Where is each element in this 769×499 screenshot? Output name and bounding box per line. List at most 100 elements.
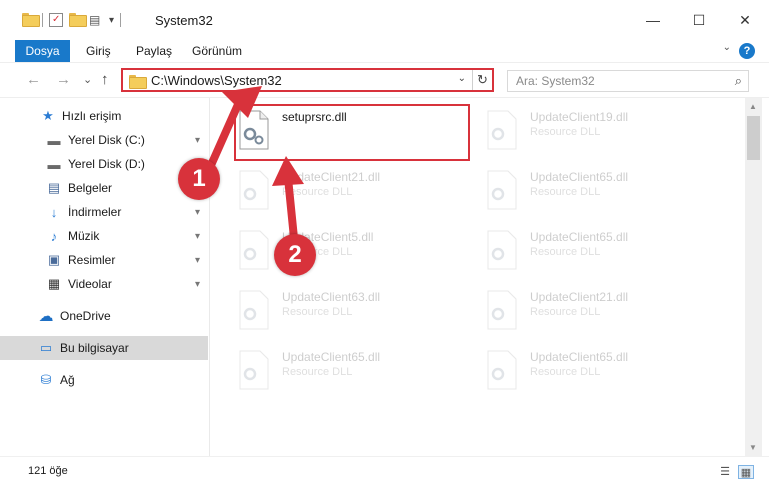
sidebar-item-videos[interactable]: ▦ Videolar ▾	[0, 272, 208, 296]
scroll-down-icon[interactable]: ▼	[749, 443, 757, 452]
help-icon[interactable]: ?	[739, 43, 755, 59]
file-name: UpdateClient65.dll	[530, 170, 629, 184]
sidebar-item-label: Belgeler	[68, 181, 113, 195]
file-type: Resource DLL	[282, 366, 353, 378]
close-button[interactable]: ✕	[722, 0, 768, 40]
sidebar-item-downloads[interactable]: ↓ İndirmeler ▾	[0, 200, 208, 224]
file-tile[interactable]: UpdateClient65.dll Resource DLL	[482, 164, 722, 220]
file-tile[interactable]: UpdateClient21.dll Resource DLL	[234, 164, 474, 220]
address-bar[interactable]: C:\Windows\System32 ⌄ ↻	[121, 68, 494, 92]
search-box[interactable]: Ara: System32 ⌕	[507, 70, 749, 92]
ribbon-tabs: Dosya Giriş Paylaş Görünüm ⌄ ?	[0, 40, 769, 62]
properties-icon[interactable]: ✓	[49, 13, 63, 27]
file-tile[interactable]: UpdateClient65.dll Resource DLL	[234, 344, 474, 400]
status-bar: 121 öğe ☰ ▦	[0, 456, 769, 499]
refresh-icon[interactable]: ↻	[472, 70, 492, 90]
file-type: Resource DLL	[530, 306, 601, 318]
customize-icon[interactable]: ▤	[89, 13, 103, 27]
file-name: UpdateClient65.dll	[282, 350, 381, 364]
dll-file-icon	[239, 350, 269, 390]
file-name: UpdateClient19.dll	[530, 110, 629, 124]
forward-icon[interactable]: →	[56, 71, 71, 88]
qat-dropdown-icon[interactable]: ▾	[109, 15, 114, 26]
file-tile[interactable]: UpdateClient19.dll Resource DLL	[482, 104, 722, 160]
sidebar-item-documents[interactable]: ▤ Belgeler	[0, 176, 208, 200]
sidebar-item-this-pc[interactable]: ▭ Bu bilgisayar	[0, 336, 208, 360]
dll-file-icon	[239, 230, 269, 270]
sidebar-item-label: Hızlı erişim	[62, 109, 122, 123]
drive-icon: ▬	[47, 132, 61, 148]
pictures-icon: ▣	[47, 252, 61, 267]
tab-share[interactable]: Paylaş	[126, 40, 182, 62]
file-tile[interactable]: UpdateClient21.dll Resource DLL	[482, 284, 722, 340]
sidebar-item-pictures[interactable]: ▣ Resimler ▾	[0, 248, 208, 272]
navigation-bar: ← → ⌄ ↑ C:\Windows\System32 ⌄ ↻ Ara: Sys…	[0, 62, 769, 98]
file-tile[interactable]: UpdateClient65.dll Resource DLL	[482, 224, 722, 280]
file-tile[interactable]: UpdateClient5.dll Resource DLL	[234, 224, 474, 280]
maximize-button[interactable]: ☐	[676, 0, 722, 40]
sidebar-item-label: Yerel Disk (D:)	[68, 157, 145, 171]
search-icon[interactable]: ⌕	[735, 73, 742, 89]
file-tile[interactable]: UpdateClient65.dll Resource DLL	[482, 344, 722, 400]
sidebar-item-music[interactable]: ♪ Müzik ▾	[0, 224, 208, 248]
search-input[interactable]: Ara: System32	[516, 74, 595, 88]
sidebar-item-label: Müzik	[68, 229, 100, 243]
new-folder-icon[interactable]	[69, 13, 87, 27]
window-title: System32	[155, 13, 213, 28]
file-type: Resource DLL	[530, 366, 601, 378]
tiles-view-icon[interactable]: ▦	[738, 465, 754, 479]
computer-icon: ▭	[39, 340, 53, 355]
sidebar-item-label: OneDrive	[60, 309, 111, 323]
sidebar-item-onedrive[interactable]: ☁ OneDrive	[0, 304, 208, 328]
tab-home[interactable]: Giriş	[76, 40, 121, 62]
network-icon: ⛁	[40, 372, 52, 387]
file-name: UpdateClient65.dll	[530, 230, 629, 244]
videos-icon: ▦	[47, 276, 61, 291]
scroll-up-icon[interactable]: ▲	[749, 102, 757, 111]
sidebar-item-local-disk-c[interactable]: ▬ Yerel Disk (C:) ▾	[0, 128, 208, 152]
sidebar-item-quick-access[interactable]: ★ Hızlı erişim	[0, 104, 208, 128]
file-type: Resource DLL	[530, 126, 601, 138]
separator	[120, 13, 122, 27]
sidebar-item-local-disk-d[interactable]: ▬ Yerel Disk (D:)	[0, 152, 208, 176]
pin-icon: ▾	[195, 230, 201, 242]
recent-locations-icon[interactable]: ⌄	[83, 73, 92, 86]
sidebar-item-label: Videolar	[68, 277, 112, 291]
step-2-badge: 2	[274, 234, 316, 276]
dll-file-icon	[487, 230, 517, 270]
dll-file-icon	[487, 350, 517, 390]
dll-file-icon	[487, 290, 517, 330]
back-icon[interactable]: ←	[26, 71, 41, 88]
drive-icon: ▬	[47, 156, 61, 172]
address-text[interactable]: C:\Windows\System32	[151, 73, 282, 88]
folder-icon[interactable]	[22, 13, 40, 27]
file-type: Resource DLL	[530, 246, 601, 258]
step-1-badge: 1	[178, 158, 220, 200]
scroll-thumb[interactable]	[747, 116, 760, 160]
highlight-box	[234, 104, 470, 161]
tab-file[interactable]: Dosya	[15, 40, 70, 62]
pin-icon: ▾	[195, 206, 201, 218]
minimize-button[interactable]: —	[630, 0, 676, 40]
up-icon[interactable]: ↑	[101, 71, 109, 88]
folder-icon	[129, 75, 147, 89]
dll-file-icon	[487, 170, 517, 210]
dll-file-icon	[239, 290, 269, 330]
file-name: UpdateClient63.dll	[282, 290, 381, 304]
sidebar-item-label: Ağ	[60, 373, 75, 387]
item-count: 121 öğe	[28, 465, 68, 477]
sidebar-item-network[interactable]: ⛁ Ağ	[0, 368, 208, 392]
tab-view[interactable]: Görünüm	[182, 40, 252, 62]
vertical-scrollbar[interactable]: ▲ ▼	[745, 98, 762, 456]
file-type: Resource DLL	[282, 186, 353, 198]
sidebar-item-label: Bu bilgisayar	[60, 341, 129, 355]
download-icon: ↓	[50, 204, 58, 220]
navigation-pane: ★ Hızlı erişim ▬ Yerel Disk (C:) ▾ ▬ Yer…	[0, 98, 210, 456]
file-tile[interactable]: UpdateClient63.dll Resource DLL	[234, 284, 474, 340]
pin-icon: ▾	[195, 254, 201, 266]
pin-icon: ▾	[195, 134, 201, 146]
address-dropdown-icon[interactable]: ⌄	[458, 73, 466, 84]
dll-file-icon	[239, 170, 269, 210]
details-view-icon[interactable]: ☰	[717, 465, 733, 479]
ribbon-collapse-icon[interactable]: ⌄	[723, 42, 731, 53]
